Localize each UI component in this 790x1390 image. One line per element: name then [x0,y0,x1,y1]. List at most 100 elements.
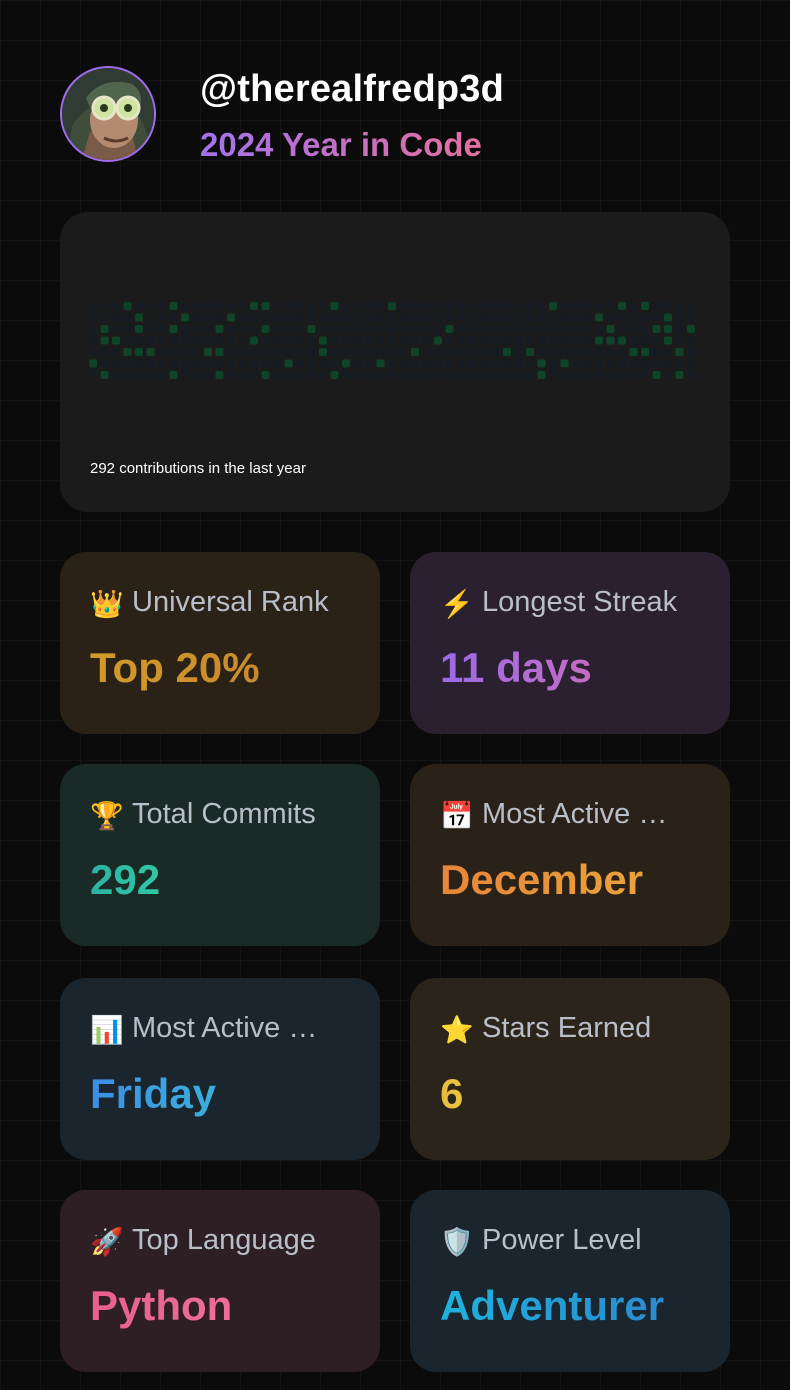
contribution-cell [388,313,396,322]
trophy-icon: 🏆 [90,801,124,831]
contribution-cell [687,313,695,322]
contribution-cell [606,302,615,310]
contribution-cell [411,336,419,345]
stat-label: ⭐ Stars Earned [440,1012,710,1046]
contribution-cell [261,325,270,333]
contribution-cell [652,302,661,310]
contribution-cell [595,313,603,322]
contribution-cell [146,371,155,379]
contribution-cell [181,359,189,368]
contribution-cell [399,348,408,356]
contribution-cell [503,371,511,379]
contribution-cell [376,313,385,322]
contribution-cell [89,359,97,368]
stat-label: 🛡️ Power Level [440,1224,710,1258]
contribution-cell [606,359,615,368]
stat-label-text: Most Active … [132,1012,318,1044]
contribution-cell [123,325,132,333]
contribution-cell [204,325,212,333]
contribution-cell [583,371,592,379]
contribution-cell [503,359,511,368]
contribution-cell [100,348,109,356]
contribution-cell [629,336,638,345]
contribution-cell [365,313,373,322]
contribution-card: 292 contributions in the last year [60,212,730,512]
most-active-month-card: 📅 Most Active … December [410,764,730,946]
contribution-cell [675,348,684,356]
contribution-cell [319,313,327,322]
contribution-cell [480,302,488,310]
contribution-cell [330,302,339,310]
contribution-cell [123,336,132,345]
avatar[interactable] [60,66,156,162]
contribution-cell [181,325,189,333]
contribution-cell [652,313,661,322]
contribution-cell [296,371,304,379]
contribution-cell [135,302,143,310]
contribution-cell [192,371,201,379]
contribution-cell [664,348,672,356]
contribution-cell [652,371,661,379]
contribution-cell [342,359,350,368]
contribution-cell [422,348,431,356]
contribution-cell [491,302,500,310]
contribution-cell [273,313,281,322]
contribution-cell [181,302,189,310]
contribution-cell [445,325,454,333]
contribution-cell [169,313,178,322]
contribution-cell [227,359,235,368]
contribution-cell [572,371,580,379]
contribution-cell [146,313,155,322]
contribution-cell [422,325,431,333]
contribution-cell [250,336,258,345]
contribution-cell [319,336,327,345]
contribution-cell [204,302,212,310]
contribution-cell [687,336,695,345]
contribution-cell [307,325,316,333]
contribution-cell [664,336,672,345]
contribution-cell [457,336,465,345]
contribution-cell [307,302,316,310]
contribution-cell [526,325,534,333]
contribution-cell [468,348,477,356]
contribution-cell [365,336,373,345]
contribution-cell [204,336,212,345]
contribution-cell [227,371,235,379]
contribution-cell [342,348,350,356]
shield-icon: 🛡️ [440,1227,474,1257]
contribution-graph [89,302,695,379]
contribution-cell [687,325,695,333]
contribution-cell [146,359,155,368]
contribution-cell [468,313,477,322]
contribution-cell [342,302,350,310]
contribution-cell [491,325,500,333]
contribution-cell [123,371,132,379]
contribution-cell [618,371,626,379]
contribution-cell [296,325,304,333]
contribution-cell [284,359,293,368]
contribution-cell [388,325,396,333]
contribution-cell [572,348,580,356]
contribution-cell [353,336,362,345]
contribution-cell [434,348,442,356]
contribution-cell [457,371,465,379]
contribution-cell [641,371,649,379]
contribution-cell [629,371,638,379]
contribution-cell [457,348,465,356]
contribution-cell [192,302,201,310]
contribution-cell [215,336,224,345]
contribution-cell [434,371,442,379]
contribution-cell [100,313,109,322]
contribution-cell [330,359,339,368]
contribution-cell [422,336,431,345]
contribution-cell [503,313,511,322]
contribution-cell [376,359,385,368]
stat-label-text: Stars Earned [482,1012,652,1044]
contribution-cell [606,348,615,356]
contribution-cell [261,336,270,345]
contribution-cell [273,348,281,356]
stars-earned-card: ⭐ Stars Earned 6 [410,978,730,1160]
contribution-cell [284,348,293,356]
contribution-cell [227,325,235,333]
contribution-cell [572,359,580,368]
